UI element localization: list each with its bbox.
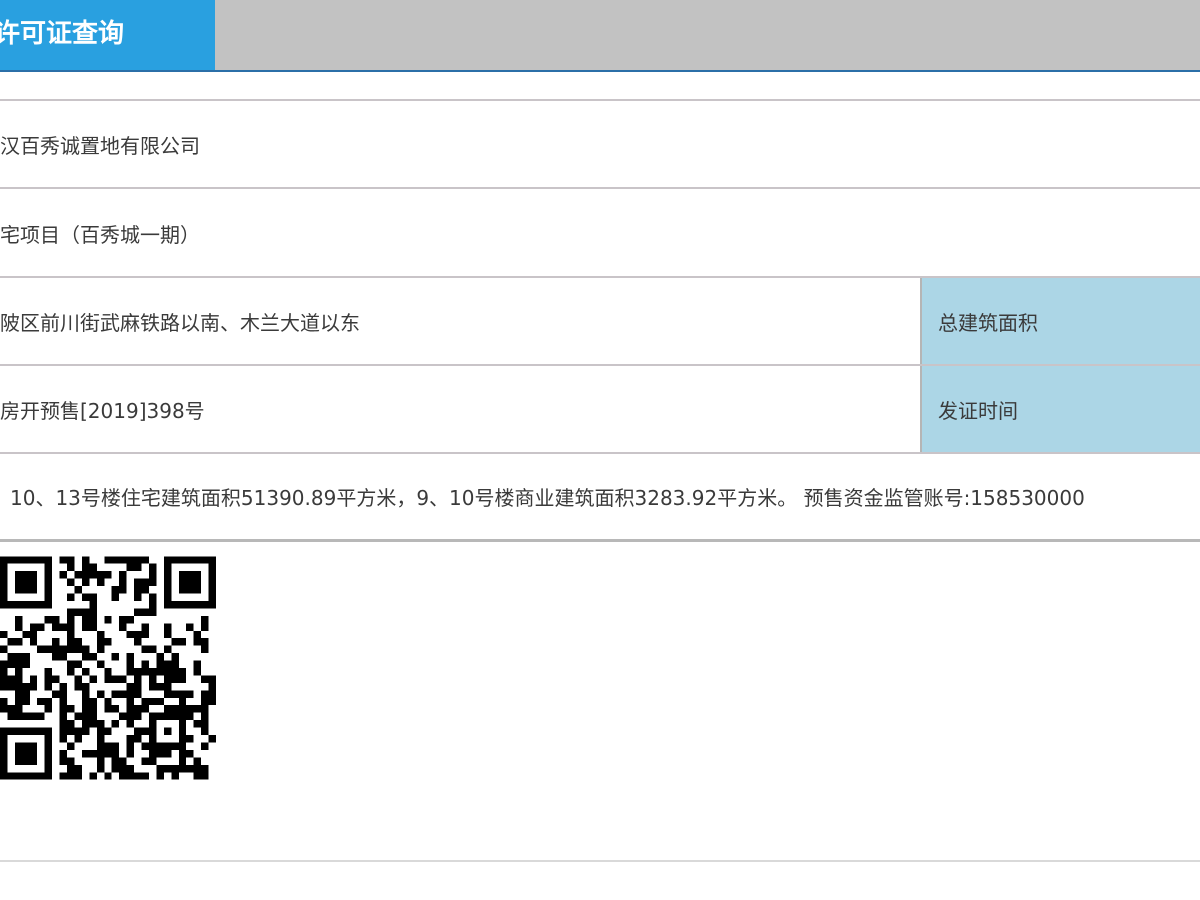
- bottom-divider: [0, 860, 1200, 862]
- info-row-location: 陂区前川街武麻铁路以南、木兰大道以东 总建筑面积: [0, 276, 1200, 365]
- project-value: 宅项目（百秀城一期）: [0, 222, 200, 247]
- issue-date-label: 发证时间: [920, 366, 1200, 453]
- tab-bar: 许可证查询: [0, 0, 1200, 72]
- remarks-value: 10、13号楼住宅建筑面积51390.89平方米，9、10号楼商业建筑面积328…: [10, 486, 1085, 510]
- total-floor-area-label: 总建筑面积: [920, 278, 1200, 365]
- permit-query-page: 许可证查询 汉百秀诚置地有限公司 宅项目（百秀城一期） 陂区前川街武麻铁路以南、…: [0, 0, 1200, 900]
- info-row-project: 宅项目（百秀城一期）: [0, 187, 1200, 277]
- qr-code-icon: [0, 556, 216, 780]
- developer-value: 汉百秀诚置地有限公司: [0, 134, 200, 158]
- info-row-remarks: 10、13号楼住宅建筑面积51390.89平方米，9、10号楼商业建筑面积328…: [0, 452, 1200, 542]
- info-row-permit-number: 房开预售[2019]398号 发证时间: [0, 364, 1200, 453]
- tab-permit-query[interactable]: 许可证查询: [0, 0, 215, 70]
- info-row-developer: 汉百秀诚置地有限公司: [0, 99, 1200, 188]
- tab-permit-query-label: 许可证查询: [0, 19, 125, 49]
- permit-number-value: 房开预售[2019]398号: [0, 399, 205, 423]
- location-value: 陂区前川街武麻铁路以南、木兰大道以东: [0, 311, 360, 335]
